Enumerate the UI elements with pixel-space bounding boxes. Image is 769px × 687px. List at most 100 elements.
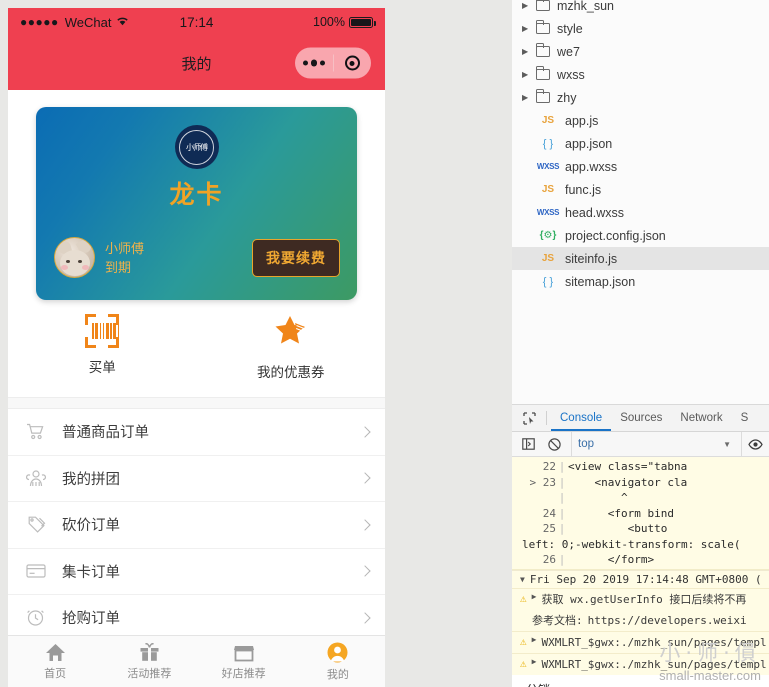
tab-shops[interactable]: 好店推荐 — [197, 643, 291, 681]
file-tree-file[interactable]: { } app.json — [512, 132, 769, 155]
nav-bar: 我的 — [8, 36, 385, 90]
expand-triangle-icon[interactable]: ▶ — [532, 657, 537, 666]
quick-action-pay[interactable]: 买单 — [8, 314, 197, 381]
console-context-selector[interactable]: top ▼ — [571, 432, 737, 456]
console-warning-row[interactable]: ⚠ ▶ 获取 wx.getUserInfo 接口后续将不再 — [512, 587, 769, 610]
console-warning-text: 获取 wx.getUserInfo 接口后续将不再 — [541, 592, 747, 606]
tab-console[interactable]: Console — [551, 405, 611, 431]
tab-home[interactable]: 首页 — [8, 643, 102, 681]
warning-icon: ⚠ — [520, 591, 527, 605]
file-tree-label: app.js — [565, 113, 599, 128]
quick-action-label: 我的优惠券 — [257, 365, 325, 380]
chevron-right-icon — [359, 519, 371, 531]
menu-item-bargain-orders[interactable]: 砍价订单 — [8, 502, 385, 549]
file-tree-label: project.config.json — [565, 228, 666, 243]
live-expression-icon[interactable] — [741, 432, 769, 456]
code-gutter: | — [558, 460, 566, 474]
file-tree-file-selected[interactable]: JS siteinfo.js — [512, 247, 769, 270]
expand-triangle-icon[interactable]: ▶ — [532, 592, 537, 601]
file-tree-file[interactable]: WXSS app.wxss — [512, 155, 769, 178]
menu-item-group-buy[interactable]: 我的拼团 — [8, 456, 385, 502]
gift-icon — [140, 643, 159, 661]
code-line-text: ^ — [568, 491, 628, 505]
file-tree-label: style — [557, 21, 583, 36]
quick-action-label: 买单 — [88, 360, 116, 375]
wechat-capsule-button[interactable] — [295, 47, 372, 79]
member-card[interactable]: 小师傅 龙卡 小师傅 到期 我要续费 — [36, 107, 357, 300]
expand-triangle-icon[interactable]: ▶ — [532, 635, 537, 644]
status-bar-time: 17:14 — [179, 14, 214, 30]
file-tree-label: app.wxss — [565, 159, 618, 174]
tab-profile[interactable]: 我的 — [291, 642, 385, 682]
file-tree-file[interactable]: JS func.js — [512, 178, 769, 201]
star-coupon-icon — [273, 314, 309, 353]
file-tree-label: zhy — [557, 90, 577, 105]
inspect-element-icon[interactable] — [516, 405, 542, 431]
tab-security[interactable]: S — [732, 405, 758, 431]
tab-sources[interactable]: Sources — [611, 405, 671, 431]
battery-percent-label: 100% — [313, 15, 346, 29]
code-gutter: | — [558, 491, 566, 505]
file-tree-file[interactable]: { } sitemap.json — [512, 270, 769, 293]
page-title: 我的 — [181, 55, 212, 73]
file-tree-label: we7 — [557, 44, 580, 59]
config-file-icon: {⚙} — [539, 230, 557, 241]
clear-console-icon[interactable] — [543, 437, 565, 451]
quick-action-coupons[interactable]: 我的优惠券 — [197, 314, 386, 381]
warning-icon: ⚠ — [520, 634, 527, 648]
barcode-scan-icon — [85, 314, 120, 348]
file-tree-folder[interactable]: ▶ we7 — [512, 40, 769, 63]
code-line: 25 | <butto — [512, 521, 769, 537]
page-content: 小师傅 龙卡 小师傅 到期 我要续费 买单 我的优惠券 普通商品订单 我的拼团 … — [8, 90, 385, 687]
carrier-label: WeChat — [64, 14, 112, 30]
twisty-icon[interactable]: ▶ — [522, 93, 536, 102]
devtools-panel: ▶ mzhk_sun ▶ style ▶ we7 ▶ wxss ▶ zhy JS… — [512, 0, 769, 687]
file-tree-file[interactable]: {⚙} project.config.json — [512, 224, 769, 247]
menu-item-normal-orders[interactable]: 普通商品订单 — [8, 409, 385, 456]
file-tree-folder[interactable]: ▶ style — [512, 17, 769, 40]
tab-activities[interactable]: 活动推荐 — [102, 642, 196, 681]
code-line-text: <butto — [568, 522, 668, 536]
code-line-text: <form bind — [568, 506, 674, 520]
code-line-number: 22 — [542, 460, 556, 474]
status-bar: ●●●●● WeChat 17:14 100% — [8, 8, 385, 36]
chevron-right-icon — [359, 565, 371, 577]
tab-label: 首页 — [44, 667, 67, 680]
console-warning-row[interactable]: ⚠ ▶ WXMLRT_$gwx:./mzhk_sun/pages/templ — [512, 630, 769, 653]
file-tree-folder[interactable]: ▶ wxss — [512, 63, 769, 86]
console-warning-row[interactable]: ⚠ ▶ WXMLRT_$gwx:./mzhk_sun/pages/templ — [512, 652, 769, 675]
js-file-icon: JS — [541, 184, 555, 195]
twisty-icon[interactable]: ▶ — [522, 70, 536, 79]
battery-icon — [349, 16, 376, 28]
wxss-file-icon: WXSS — [536, 208, 560, 217]
folder-icon — [535, 89, 550, 103]
code-line-number: 26 — [542, 553, 556, 567]
twisty-icon[interactable]: ▶ — [522, 47, 536, 56]
file-tree-folder[interactable]: ▶ mzhk_sun — [512, 0, 769, 17]
file-tree-file[interactable]: JS app.js — [512, 109, 769, 132]
menu-list: 普通商品订单 我的拼团 砍价订单 集卡订单 抢购订单 — [8, 408, 385, 642]
menu-item-card-orders[interactable]: 集卡订单 — [8, 549, 385, 595]
twisty-icon[interactable]: ▶ — [522, 1, 536, 10]
toggle-sidebar-icon[interactable] — [517, 438, 539, 450]
tab-bar: 首页 活动推荐 好店推荐 我的 — [8, 635, 385, 687]
user-icon — [327, 642, 348, 662]
code-line-number: 25 — [542, 522, 556, 536]
file-tree-label: app.json — [565, 136, 613, 151]
file-tree-file[interactable]: WXSS head.wxss — [512, 201, 769, 224]
status-bar-right: 100% — [213, 15, 376, 29]
renew-button[interactable]: 我要续费 — [252, 239, 340, 277]
code-gutter: | — [558, 553, 566, 567]
tab-network[interactable]: Network — [671, 405, 731, 431]
file-tree-folder[interactable]: ▶ zhy — [512, 86, 769, 109]
expand-triangle-icon[interactable]: ▼ — [520, 575, 525, 584]
chevron-down-icon[interactable]: ▼ — [723, 440, 731, 449]
member-card-section: 小师傅 龙卡 小师傅 到期 我要续费 — [8, 90, 385, 300]
target-icon[interactable] — [334, 55, 372, 71]
folder-icon — [535, 20, 550, 34]
console-doc-link[interactable]: https://developers.weixi — [588, 613, 747, 628]
chevron-right-icon — [359, 426, 371, 438]
console-timestamp-group[interactable]: ▼ Fri Sep 20 2019 17:14:48 GMT+0800 ( — [512, 569, 769, 588]
more-dots-icon[interactable] — [295, 59, 333, 67]
twisty-icon[interactable]: ▶ — [522, 24, 536, 33]
